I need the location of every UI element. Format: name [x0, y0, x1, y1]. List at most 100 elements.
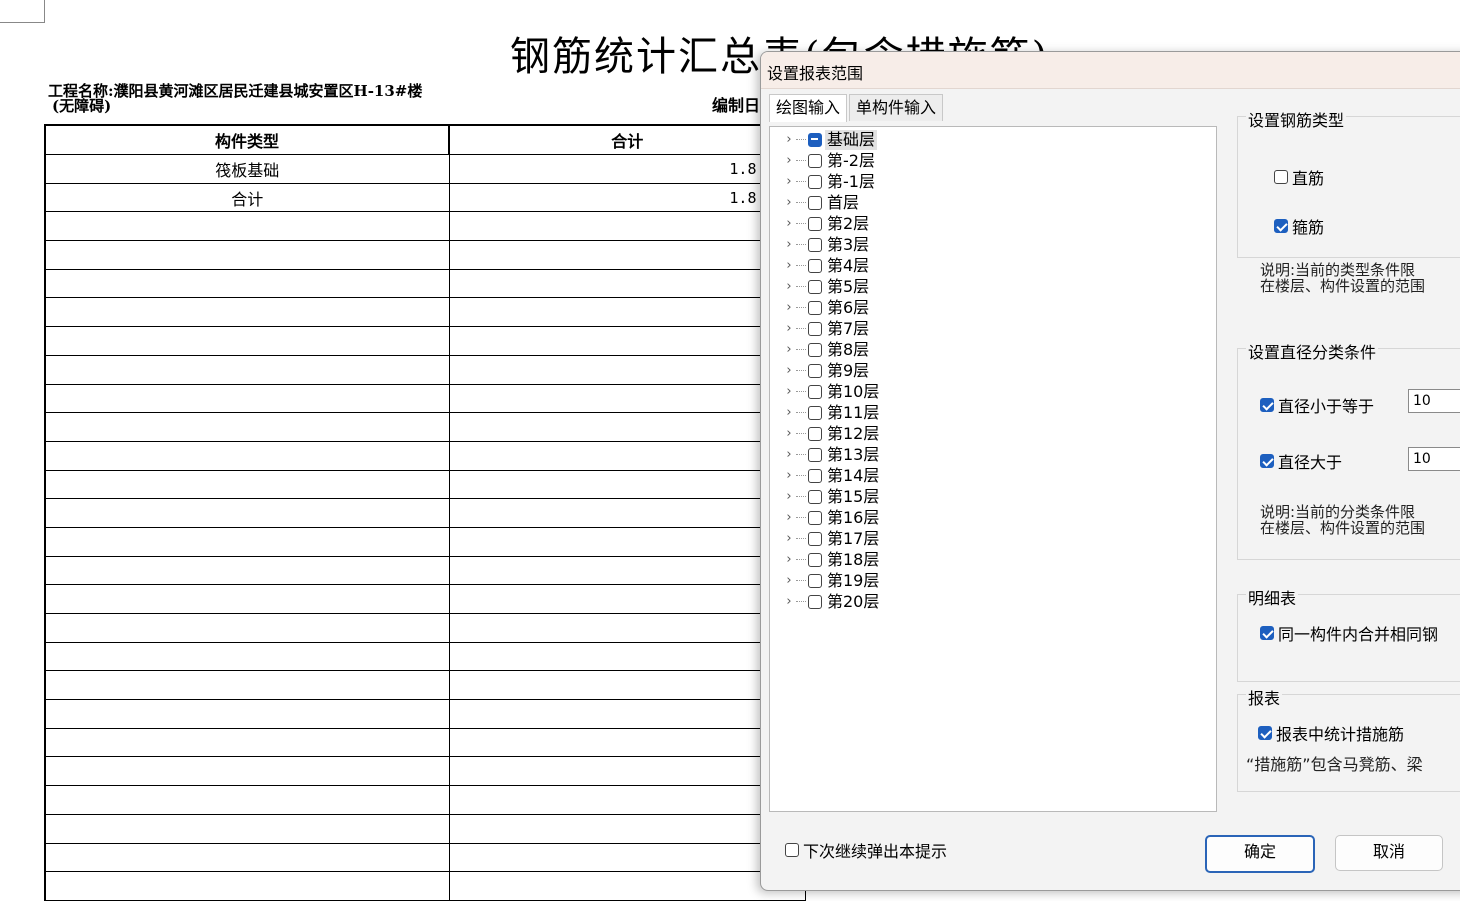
floor-tree-item[interactable]: › 第9层 — [770, 360, 1216, 381]
floor-tree-item[interactable]: › 首层 — [770, 192, 1216, 213]
floor-tree-item[interactable]: › 第20层 — [770, 591, 1216, 612]
rebar-type-title: 设置钢筋类型 — [1246, 107, 1347, 131]
merge-same-rebar-checkbox[interactable] — [1260, 626, 1274, 640]
floor-tree-item[interactable]: › 第4层 — [770, 255, 1216, 276]
floor-tree-item[interactable]: › 第14层 — [770, 465, 1216, 486]
floor-checkbox[interactable] — [808, 552, 822, 567]
floor-checkbox[interactable] — [808, 321, 822, 336]
floor-checkbox[interactable] — [808, 426, 822, 441]
floor-tree-item[interactable]: › 第2层 — [770, 213, 1216, 234]
floor-tree-item[interactable]: › 第-1层 — [770, 171, 1216, 192]
dont-show-option[interactable]: 下次继续弹出本提示 — [785, 838, 947, 862]
expand-chevron-icon[interactable]: › — [784, 489, 794, 504]
expand-chevron-icon[interactable]: › — [784, 153, 794, 168]
floor-checkbox[interactable] — [808, 195, 822, 210]
diameter-le-checkbox[interactable] — [1260, 398, 1274, 412]
straight-rebar-option[interactable]: 直筋 — [1274, 165, 1324, 189]
stirrup-option[interactable]: 箍筋 — [1274, 214, 1324, 238]
floor-label: 第10层 — [827, 381, 880, 401]
floor-checkbox[interactable] — [808, 237, 822, 252]
floor-tree-item[interactable]: › 第15层 — [770, 486, 1216, 507]
cell-type: 筏板基础 — [44, 154, 450, 184]
diameter-le-option[interactable]: 直径小于等于 — [1260, 393, 1374, 417]
expand-chevron-icon[interactable]: › — [784, 195, 794, 210]
floor-tree-item[interactable]: › 第6层 — [770, 297, 1216, 318]
floor-tree-item[interactable]: › 第17层 — [770, 528, 1216, 549]
expand-chevron-icon[interactable]: › — [784, 384, 794, 399]
floor-tree-item[interactable]: › 第10层 — [770, 381, 1216, 402]
floor-checkbox[interactable] — [808, 384, 822, 399]
diameter-gt-option[interactable]: 直径大于 — [1260, 449, 1342, 473]
expand-chevron-icon[interactable]: › — [784, 279, 794, 294]
ok-button[interactable]: 确定 — [1205, 835, 1315, 873]
stirrup-checkbox[interactable] — [1274, 219, 1288, 233]
floor-tree-item[interactable]: › 第3层 — [770, 234, 1216, 255]
expand-chevron-icon[interactable]: › — [784, 405, 794, 420]
expand-chevron-icon[interactable]: › — [784, 321, 794, 336]
floor-tree-item[interactable]: › 第7层 — [770, 318, 1216, 339]
cell-empty — [44, 756, 450, 787]
floor-tree-item[interactable]: › 第11层 — [770, 402, 1216, 423]
floor-checkbox[interactable] — [808, 174, 822, 189]
floor-checkbox[interactable] — [808, 531, 822, 546]
floor-checkbox[interactable] — [808, 342, 822, 357]
floor-tree-item[interactable]: › 第-2层 — [770, 150, 1216, 171]
expand-chevron-icon[interactable]: › — [784, 258, 794, 273]
tab-single-component-input[interactable]: 单构件输入 — [849, 94, 944, 121]
expand-chevron-icon[interactable]: › — [784, 468, 794, 483]
floor-tree-item[interactable]: › 第5层 — [770, 276, 1216, 297]
merge-same-rebar-option[interactable]: 同一构件内合并相同钢 — [1260, 621, 1438, 645]
cell-empty — [44, 584, 450, 614]
floor-checkbox[interactable] — [808, 468, 822, 483]
expand-chevron-icon[interactable]: › — [784, 573, 794, 588]
floor-tree-item[interactable]: › 第13层 — [770, 444, 1216, 465]
floor-checkbox[interactable] — [808, 258, 822, 273]
expand-chevron-icon[interactable]: › — [784, 132, 794, 147]
floor-checkbox[interactable] — [808, 510, 822, 525]
table-row-empty — [44, 813, 806, 844]
floor-tree-item[interactable]: › 第8层 — [770, 339, 1216, 360]
tab-drawing-input[interactable]: 绘图输入 — [769, 94, 848, 122]
expand-chevron-icon[interactable]: › — [784, 300, 794, 315]
expand-chevron-icon[interactable]: › — [784, 363, 794, 378]
cell-total: 1.8 — [448, 182, 806, 213]
floor-label: 第4层 — [827, 255, 870, 275]
floor-checkbox[interactable] — [808, 594, 822, 609]
floor-checkbox[interactable] — [808, 279, 822, 294]
dialog-titlebar[interactable]: 设置报表范围 — [761, 52, 1460, 89]
floor-tree-item[interactable]: › 第12层 — [770, 423, 1216, 444]
floor-checkbox[interactable] — [808, 216, 822, 231]
expand-chevron-icon[interactable]: › — [784, 594, 794, 609]
floor-tree-item[interactable]: › 第19层 — [770, 570, 1216, 591]
diameter-gt-input[interactable]: 10 — [1408, 447, 1460, 471]
floor-checkbox[interactable] — [808, 363, 822, 378]
floor-checkbox[interactable] — [808, 405, 822, 420]
expand-chevron-icon[interactable]: › — [784, 342, 794, 357]
tree-connector — [796, 580, 806, 581]
expand-chevron-icon[interactable]: › — [784, 174, 794, 189]
dont-show-checkbox[interactable] — [785, 843, 799, 857]
floor-tree-item[interactable]: › 第18层 — [770, 549, 1216, 570]
floor-checkbox[interactable] — [808, 300, 822, 315]
straight-rebar-checkbox[interactable] — [1274, 170, 1288, 184]
cancel-button[interactable]: 取消 — [1335, 835, 1443, 871]
expand-chevron-icon[interactable]: › — [784, 237, 794, 252]
expand-chevron-icon[interactable]: › — [784, 531, 794, 546]
diameter-le-input[interactable]: 10 — [1408, 389, 1460, 413]
expand-chevron-icon[interactable]: › — [784, 552, 794, 567]
expand-chevron-icon[interactable]: › — [784, 510, 794, 525]
expand-chevron-icon[interactable]: › — [784, 447, 794, 462]
floor-tree-item[interactable]: › 基础层 — [770, 129, 1216, 150]
floor-checkbox[interactable] — [808, 489, 822, 504]
floor-checkbox[interactable] — [808, 153, 822, 168]
expand-chevron-icon[interactable]: › — [784, 426, 794, 441]
count-measure-rebar-checkbox[interactable] — [1258, 726, 1272, 740]
diameter-gt-checkbox[interactable] — [1260, 454, 1274, 468]
floor-checkbox[interactable] — [808, 573, 822, 588]
count-measure-rebar-option[interactable]: 报表中统计措施筋 — [1258, 721, 1404, 745]
floor-checkbox[interactable] — [808, 132, 822, 147]
floor-tree-item[interactable]: › 第16层 — [770, 507, 1216, 528]
cell-empty — [448, 354, 806, 385]
floor-checkbox[interactable] — [808, 447, 822, 462]
expand-chevron-icon[interactable]: › — [784, 216, 794, 231]
